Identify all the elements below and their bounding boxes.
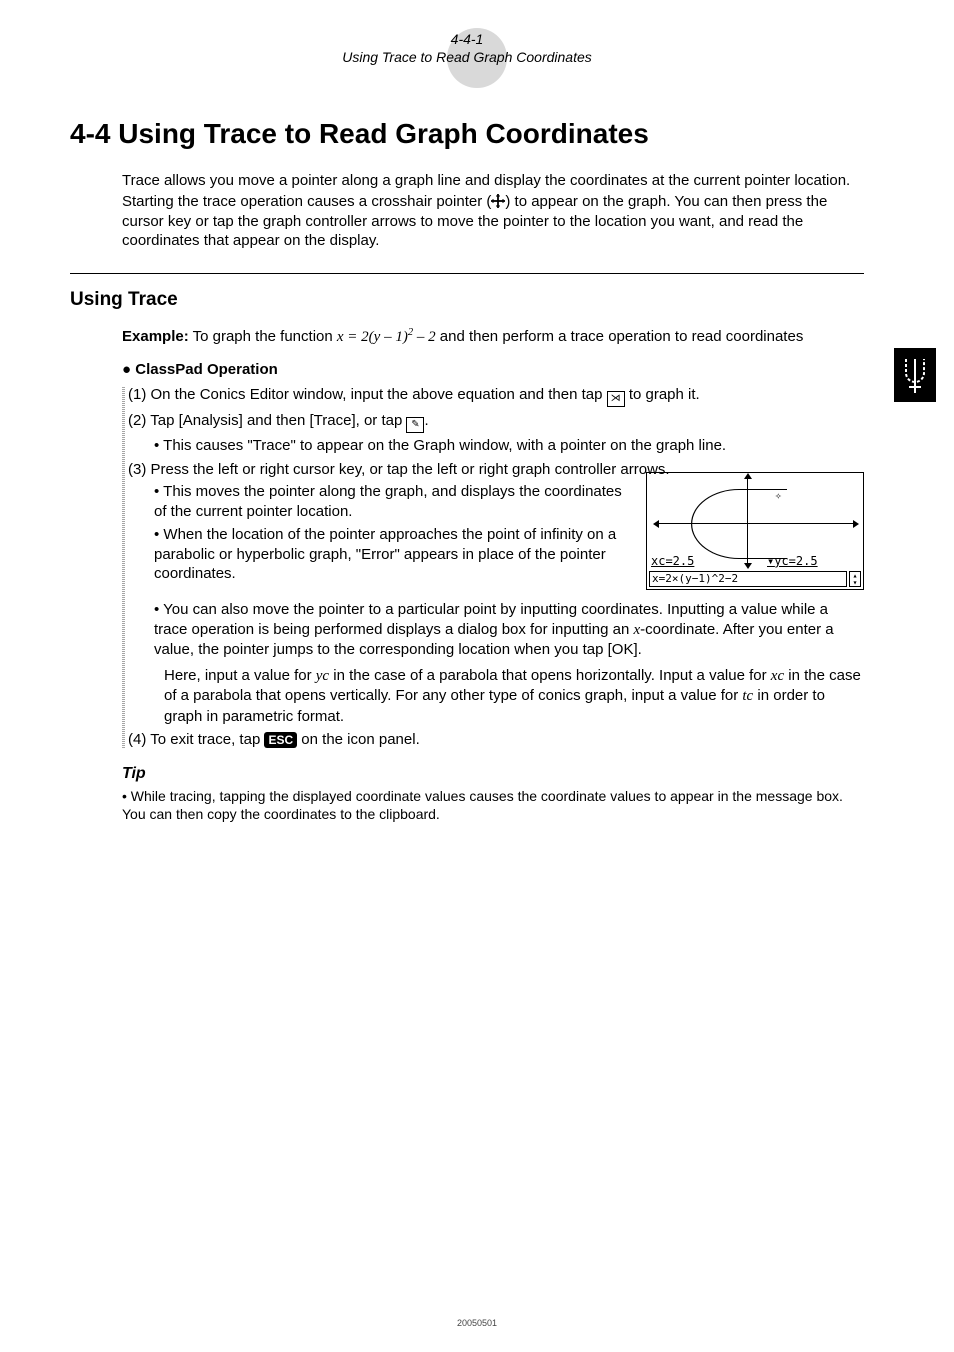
eq-tail: – 2 (413, 329, 436, 345)
s3para-b: in the case of a parabola that opens hor… (329, 667, 771, 684)
tip-body: • While tracing, tapping the displayed c… (122, 787, 864, 823)
intro-paragraph-1: Trace allows you move a pointer along a … (122, 171, 864, 191)
step2-a: (2) Tap [Analysis] and then [Trace], or … (128, 412, 406, 429)
op-head-text: ClassPad Operation (135, 361, 278, 378)
running-header: 4-4-1 Using Trace to Read Graph Coordina… (70, 30, 864, 66)
step-4: (4) To exit trace, tap ESC on the icon p… (128, 730, 864, 750)
conics-graph-icon: ⋊ (607, 391, 625, 407)
example-text-a: To graph the function (193, 328, 337, 345)
step3-subgroup: • This moves the pointer along the graph… (154, 482, 864, 590)
step-1: (1) On the Conics Editor window, input t… (128, 385, 864, 407)
step3-sub2: When the location of the pointer approac… (154, 526, 616, 582)
step1-b: to graph it. (625, 386, 700, 403)
calculator-screenshot: ✧ xc=2.5 ▾yc=2.5 x=2×(y−1)^2−2 ▴▾ (646, 472, 864, 590)
crosshair-icon (491, 194, 505, 208)
step3-sub-text-col: • This moves the pointer along the graph… (154, 482, 634, 584)
trace-icon: ✎ (406, 417, 424, 433)
step3-sub1: This moves the pointer along the graph, … (154, 483, 622, 520)
example-label: Example: (122, 328, 189, 345)
arrow-right-icon (853, 520, 859, 528)
step3-sub3: • You can also move the pointer to a par… (154, 600, 864, 660)
esc-button-icon: ESC (264, 732, 297, 748)
step-3: (3) Press the left or right cursor key, … (128, 460, 864, 727)
step2-b: . (424, 412, 428, 429)
tip-text: While tracing, tapping the displayed coo… (122, 788, 843, 822)
arrow-left-icon (653, 520, 659, 528)
screenshot-formula: x=2×(y−1)^2−2 (649, 571, 847, 587)
step4-b: on the icon panel. (297, 731, 420, 748)
operation-heading: ● ClassPad Operation (122, 360, 864, 380)
example-row: Example: To graph the function x = 2(y –… (122, 326, 864, 348)
intro-p2-a: Starting the trace operation causes a cr… (122, 193, 491, 210)
step2-sub-text: This causes "Trace" to appear on the Gra… (163, 437, 726, 454)
screenshot-xc: xc=2.5 (651, 554, 694, 570)
eq-rhs: – 1) (380, 329, 408, 345)
equation: x = 2(y – 1)2 – 2 (337, 329, 436, 345)
s3para-a: Here, input a value for (164, 667, 316, 684)
tc-var: tc (742, 688, 753, 704)
xc-var: xc (771, 668, 784, 684)
margin-pitchfork-icon (894, 348, 936, 402)
section-rule (70, 273, 864, 274)
step3-text: (3) Press the left or right cursor key, … (128, 461, 670, 478)
example-text-b: and then perform a trace operation to re… (436, 328, 804, 345)
step4-a: (4) To exit trace, tap (128, 731, 264, 748)
eq-x: x (337, 329, 344, 345)
screenshot-yc: ▾yc=2.5 (767, 554, 818, 570)
parabola-curve (691, 489, 787, 559)
footer-code: 20050501 (0, 1318, 954, 1330)
step2-sub: • This causes "Trace" to appear on the G… (154, 436, 864, 456)
trace-cursor-icon: ✧ (775, 489, 782, 503)
step3-para: Here, input a value for yc in the case o… (164, 666, 864, 727)
running-subtitle: Using Trace to Read Graph Coordinates (342, 49, 592, 65)
steps-block: (1) On the Conics Editor window, input t… (128, 385, 864, 750)
tip-heading: Tip (122, 764, 864, 785)
eq-mid: = 2( (344, 329, 374, 345)
arrow-up-icon (744, 473, 752, 479)
section-heading: Using Trace (70, 288, 864, 313)
step1-a: (1) On the Conics Editor window, input t… (128, 386, 607, 403)
screenshot-scroll-icon: ▴▾ (849, 571, 861, 587)
screenshot-yc-val: yc=2.5 (774, 554, 817, 568)
step-2: (2) Tap [Analysis] and then [Trace], or … (128, 411, 864, 456)
page-title: 4-4 Using Trace to Read Graph Coordinate… (70, 116, 864, 152)
arrow-down-icon (744, 563, 752, 569)
intro-paragraph-2: Starting the trace operation causes a cr… (122, 192, 864, 251)
page-code: 4-4-1 (70, 30, 864, 48)
yc-var: yc (316, 668, 329, 684)
intro-block: Trace allows you move a pointer along a … (70, 171, 864, 251)
